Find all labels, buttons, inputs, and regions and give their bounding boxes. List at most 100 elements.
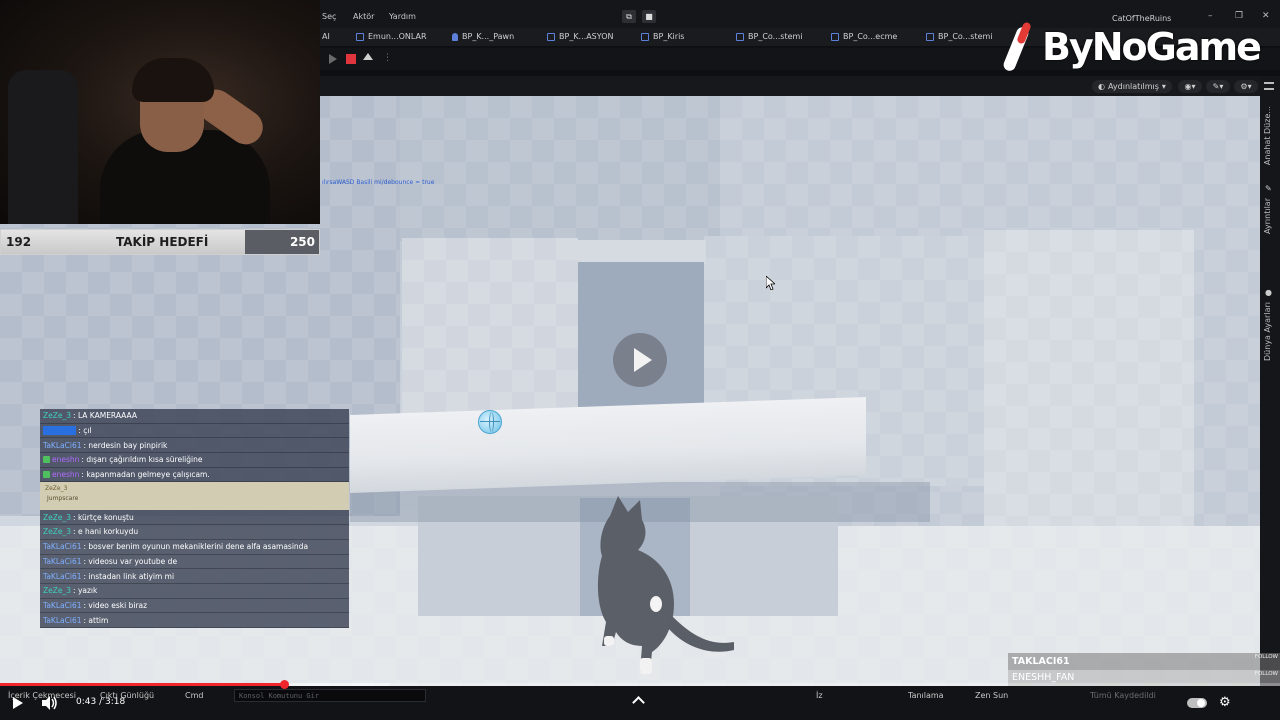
autoplay-toggle[interactable]	[1187, 698, 1207, 708]
lit-sphere-icon: ◐	[1098, 82, 1105, 91]
chat-event-user: ZeZe_3	[45, 485, 68, 493]
console-input[interactable]: Konsol Komutunu Gir	[234, 689, 426, 702]
bynogame-mark-icon	[1001, 20, 1038, 74]
record-icon[interactable]: ■	[642, 10, 656, 23]
stop-icon[interactable]	[346, 54, 356, 64]
chat-username[interactable]: ZeZe_3	[43, 411, 71, 420]
chat-text: : yazık	[73, 586, 98, 596]
chat-message: ZeZe_3: LA KAMERAAAA	[40, 409, 349, 424]
video-scrubber-handle[interactable]	[280, 680, 289, 689]
chat-text: : attim	[83, 615, 109, 625]
cmd-dropdown[interactable]: Cmd	[185, 691, 203, 700]
pawn-icon	[452, 32, 458, 41]
chat-event-text: Jumpscare	[47, 495, 79, 503]
tab-ai[interactable]: AI	[322, 32, 330, 41]
chat-username[interactable]: TaKLaCi61	[43, 441, 82, 450]
right-side-panel: Anahat Düze... ✎ Ayrıntılar ● Dünya Ayar…	[1260, 76, 1280, 686]
chat-message: TaKLaCi61: videosu var youtube de	[40, 554, 349, 570]
mouse-cursor-icon	[766, 276, 775, 290]
play-icon[interactable]	[329, 54, 337, 64]
chat-username[interactable]: TaKLaCi61	[43, 601, 82, 610]
chat-username[interactable]: eneshn	[52, 470, 79, 479]
bynogame-logo: ByNoGame	[1001, 20, 1262, 74]
chat-text: : LA KAMERAAAA	[73, 411, 137, 421]
tab-label: AI	[322, 32, 330, 41]
chat-text: : bosver benim oyunun mekaniklerini dene…	[83, 542, 309, 552]
chat-text: : dışarı çağırıldım kısa süreliğine	[81, 455, 203, 465]
chat-username[interactable]: ZeZe_3	[43, 527, 71, 536]
lighting-mode-dropdown[interactable]: ◐ Aydınlatılmış ▾	[1092, 80, 1172, 93]
tab-kasyon[interactable]: BP_K...ASYON	[547, 32, 613, 41]
scene-block-left	[402, 238, 578, 428]
tab-costemi-2[interactable]: BP_Co...stemi	[926, 32, 993, 41]
chat-text: : nerdesin bay pinpirik	[83, 440, 168, 450]
volume-icon[interactable]	[42, 696, 58, 710]
chat-text: : çıl	[78, 426, 92, 436]
world-globe-icon: ●	[1265, 288, 1272, 297]
webcam-chair	[8, 70, 78, 224]
world-settings-tab[interactable]: Dünya Ayarları	[1263, 302, 1272, 361]
tab-coecme[interactable]: BP_Co...ecme	[831, 32, 897, 41]
tab-pawn[interactable]: BP_K..._Pawn	[452, 32, 514, 41]
chat-text: : kapanmadan gelmeye çalışıcam.	[81, 470, 210, 480]
tab-enemy[interactable]: Emun...ONLAR	[356, 32, 427, 41]
close-icon[interactable]: ✕	[1262, 11, 1270, 21]
tab-label: Emun...ONLAR	[368, 32, 427, 41]
chat-message: ZeZe_3: kürtçe konuştu	[40, 510, 349, 526]
chat-message: TaKLaCi61: bosver benim oyunun mekanikle…	[40, 539, 349, 555]
derive-button[interactable]: İz	[816, 691, 823, 700]
panel-menu-icon[interactable]	[1264, 82, 1274, 90]
chat-text: : video eski biraz	[83, 600, 148, 610]
menu-actor[interactable]: Aktör	[353, 12, 374, 21]
zen-mode-button[interactable]: Zen Sun	[975, 691, 1008, 700]
chat-redeem-event: ZeZe_3 Jumpscare	[40, 482, 349, 511]
diagnose-button[interactable]: Tanılama	[908, 691, 944, 700]
menu-help[interactable]: Yardım	[389, 12, 416, 21]
video-time: 0:43 / 3:18	[76, 697, 126, 707]
blueprint-icon	[831, 32, 839, 41]
chat-username[interactable]: ZeZe_3	[43, 586, 71, 595]
chat-text: : e hani korkuydu	[73, 527, 139, 537]
settings-gear-icon[interactable]: ⚙▾	[1234, 80, 1258, 93]
video-play-overlay-button[interactable]	[613, 333, 667, 387]
more-options-icon[interactable]: ⋮	[383, 53, 392, 63]
blueprint-icon	[547, 32, 555, 41]
tab-kiris[interactable]: BP_Kiris	[641, 32, 684, 41]
blueprint-icon	[641, 32, 649, 41]
play-icon[interactable]	[13, 697, 23, 709]
chat-username[interactable]: ZeZe_3	[43, 513, 71, 522]
outliner-tab[interactable]: Anahat Düze...	[1263, 106, 1272, 165]
tab-label: BP_K...ASYON	[559, 32, 614, 41]
chat-username[interactable]: bbbbbbb	[43, 426, 77, 436]
chat-username[interactable]: TaKLaCi61	[43, 572, 82, 581]
follow-tag: FOLLOW	[1254, 654, 1278, 660]
chat-message: ZeZe_3: yazık	[40, 583, 349, 599]
chat-badge-icon	[43, 471, 50, 479]
details-tab[interactable]: Ayrıntılar	[1263, 198, 1272, 234]
follower-name: TAKLACI61	[1012, 655, 1070, 667]
tab-label: BP_Co...ecme	[843, 32, 898, 41]
chat-username[interactable]: TaKLaCi61	[43, 616, 82, 625]
menu-select[interactable]: Seç	[322, 12, 336, 21]
chevron-down-icon: ▾	[1161, 82, 1166, 91]
pencil-tool-icon[interactable]: ✎▾	[1206, 80, 1230, 93]
blueprint-icon	[736, 32, 744, 41]
debug-print-text: ılırsaWASD Basili mi/debounce = true	[322, 179, 435, 186]
show-eye-icon[interactable]: ◉▾	[1178, 80, 1202, 93]
follow-goal-target: 250	[289, 235, 315, 249]
video-progress-fill	[0, 683, 284, 686]
scene-wall-far	[400, 96, 720, 241]
tab-costemi-1[interactable]: BP_Co...stemi	[736, 32, 803, 41]
layout-icon[interactable]: ⧉	[622, 10, 636, 23]
chat-message: bbbbbbb: çıl	[40, 423, 349, 439]
stream-chat: ZeZe_3: LA KAMERAAAA bbbbbbb: çıl TaKLaCi6…	[40, 409, 349, 628]
chat-text: : instadan link atiyim mi	[83, 571, 175, 581]
save-state-text: Tümü Kaydedildi	[1090, 691, 1156, 700]
chat-username[interactable]: TaKLaCi61	[43, 542, 82, 551]
globe-icon	[478, 410, 502, 434]
chat-username[interactable]: eneshn	[52, 455, 79, 464]
eject-icon[interactable]	[363, 53, 373, 60]
stream-frame: Seç Aktör Yardım ⧉ ■ CatOfTheRuins – ❐ ✕…	[0, 0, 1280, 720]
chat-username[interactable]: TaKLaCi61	[43, 557, 82, 566]
settings-gear-icon[interactable]: ⚙	[1219, 695, 1231, 710]
